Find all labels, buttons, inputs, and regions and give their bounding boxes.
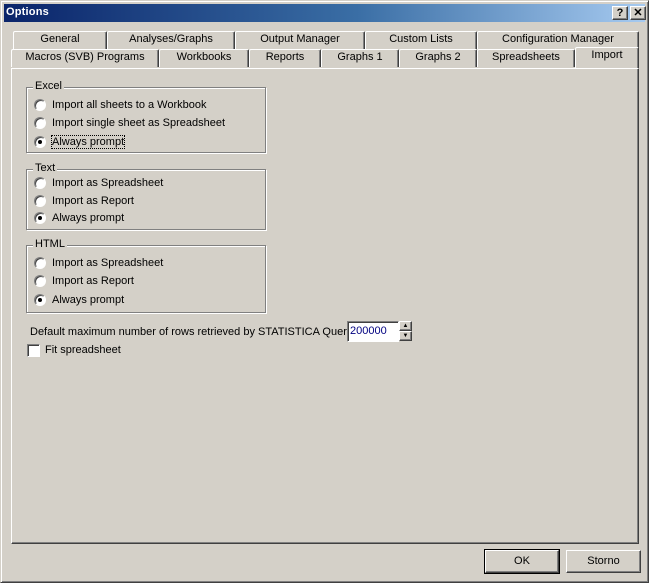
tab-label: General — [40, 33, 80, 45]
radio-label: Always prompt — [52, 212, 125, 224]
import-tab-panel: Excel Import all sheets to a Workbook Im… — [11, 68, 639, 544]
fit-spreadsheet-label: Fit spreadsheet — [45, 344, 121, 356]
radio-button[interactable] — [34, 99, 46, 111]
tab-import[interactable]: Import — [575, 47, 639, 68]
help-icon: ? — [616, 7, 624, 19]
close-icon: ✕ — [633, 7, 643, 19]
query-max-rows-input[interactable]: 200000 — [347, 321, 399, 342]
tab-reports[interactable]: Reports — [249, 49, 321, 67]
spin-down-button[interactable]: ▼ — [399, 331, 412, 341]
radio-label: Always prompt — [50, 135, 126, 149]
tab-general[interactable]: General — [13, 31, 107, 49]
html-group: HTML Import as Spreadsheet Import as Rep… — [26, 238, 266, 313]
html-import-as-report-radio[interactable]: Import as Report — [34, 273, 134, 289]
tab-analyses-graphs[interactable]: Analyses/Graphs — [107, 31, 235, 49]
arrow-down-icon: ▼ — [402, 333, 409, 339]
radio-button[interactable] — [34, 177, 46, 189]
text-group-label: Text — [33, 162, 58, 174]
excel-import-all-sheets-radio[interactable]: Import all sheets to a Workbook — [34, 97, 206, 113]
text-always-prompt-radio[interactable]: Always prompt — [34, 210, 124, 226]
radio-label: Import as Report — [52, 195, 134, 207]
tab-label: Graphs 1 — [337, 51, 383, 63]
tab-workbooks[interactable]: Workbooks — [159, 49, 249, 67]
tab-label: Import — [591, 49, 623, 61]
tab-output-manager[interactable]: Output Manager — [235, 31, 365, 49]
ok-button[interactable]: OK — [484, 549, 560, 574]
query-max-rows-label: Default maximum number of rows retrieved… — [30, 326, 356, 338]
tab-label: Workbooks — [176, 51, 232, 63]
radio-button[interactable] — [34, 195, 46, 207]
radio-button[interactable] — [34, 294, 46, 306]
excel-import-single-sheet-radio[interactable]: Import single sheet as Spreadsheet — [34, 115, 225, 131]
html-group-label: HTML — [33, 238, 67, 250]
excel-group-label: Excel — [33, 80, 64, 92]
radio-button[interactable] — [34, 257, 46, 269]
radio-label: Import as Spreadsheet — [52, 177, 164, 189]
storno-button[interactable]: Storno — [566, 550, 641, 573]
close-button[interactable]: ✕ — [630, 6, 646, 20]
radio-label: Import single sheet as Spreadsheet — [52, 117, 226, 129]
tab-label: Macros (SVB) Programs — [25, 51, 145, 63]
help-button[interactable]: ? — [612, 6, 628, 20]
tab-graphs-1[interactable]: Graphs 1 — [321, 49, 399, 67]
radio-label: Import all sheets to a Workbook — [52, 99, 207, 111]
radio-label: Import as Spreadsheet — [52, 257, 164, 269]
tab-macros-svb-programs[interactable]: Macros (SVB) Programs — [11, 49, 159, 67]
radio-button[interactable] — [34, 212, 46, 224]
spin-up-button[interactable]: ▲ — [399, 321, 412, 331]
tab-label: Output Manager — [260, 33, 340, 45]
html-always-prompt-radio[interactable]: Always prompt — [34, 292, 124, 308]
tab-label: Graphs 2 — [415, 51, 461, 63]
excel-group: Excel Import all sheets to a Workbook Im… — [26, 80, 266, 153]
excel-always-prompt-radio[interactable]: Always prompt — [34, 134, 126, 150]
tab-spreadsheets[interactable]: Spreadsheets — [477, 49, 575, 67]
tab-label: Spreadsheets — [492, 51, 560, 63]
tab-graphs-2[interactable]: Graphs 2 — [399, 49, 477, 67]
tab-label: Analyses/Graphs — [129, 33, 213, 45]
radio-button[interactable] — [34, 275, 46, 287]
tab-custom-lists[interactable]: Custom Lists — [365, 31, 477, 49]
window-title: Options — [6, 6, 49, 18]
tab-label: Custom Lists — [389, 33, 453, 45]
radio-button[interactable] — [34, 136, 46, 148]
text-import-as-spreadsheet-radio[interactable]: Import as Spreadsheet — [34, 175, 163, 191]
text-group: Text Import as Spreadsheet Import as Rep… — [26, 162, 266, 230]
title-bar[interactable]: Options ? ✕ — [4, 4, 646, 22]
radio-label: Always prompt — [52, 294, 125, 306]
fit-spreadsheet-checkbox[interactable] — [27, 344, 40, 357]
radio-button[interactable] — [34, 117, 46, 129]
tab-label: Configuration Manager — [502, 33, 614, 45]
tab-label: Reports — [265, 51, 305, 63]
text-import-as-report-radio[interactable]: Import as Report — [34, 193, 134, 209]
options-dialog: Options ? ✕ General Analyses/Graphs Outp… — [0, 0, 649, 583]
arrow-up-icon: ▲ — [402, 323, 409, 329]
radio-label: Import as Report — [52, 275, 134, 287]
html-import-as-spreadsheet-radio[interactable]: Import as Spreadsheet — [34, 255, 163, 271]
